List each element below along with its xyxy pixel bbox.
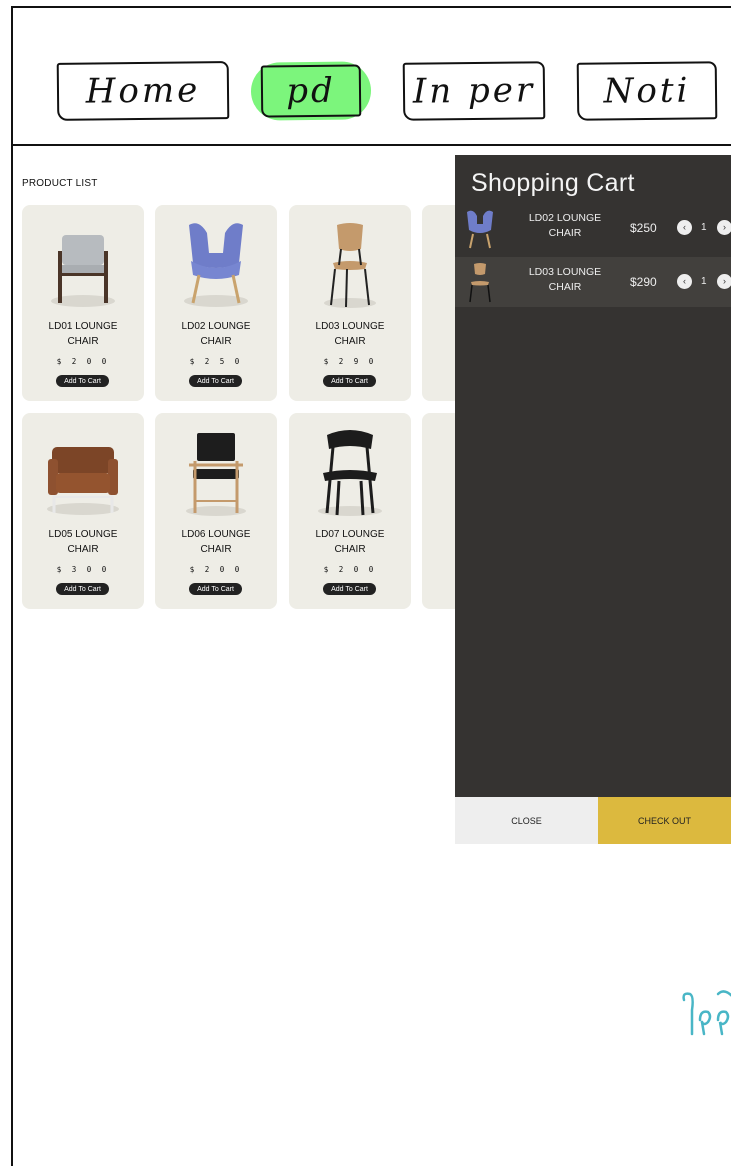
nav-home[interactable]: Home bbox=[56, 61, 230, 121]
chair-image bbox=[324, 223, 376, 308]
cart-item-qty: 1 bbox=[701, 276, 707, 287]
handwritten-note bbox=[682, 990, 731, 1036]
chevron-left-icon[interactable]: ‹ bbox=[677, 274, 692, 289]
product-card: LD07 LOUNGE CHAIR $ 2 0 0 Add To Cart bbox=[289, 413, 411, 609]
product-name: LD03 LOUNGE CHAIR bbox=[315, 321, 385, 347]
product-card: LD06 LOUNGE CHAIR $ 2 0 0 Add To Cart bbox=[155, 413, 277, 609]
shopping-cart-panel: Shopping Cart LD02 LOUNGE CHAIR $250 ‹ 1… bbox=[455, 155, 731, 797]
cart-item-price: $250 bbox=[630, 221, 657, 235]
cart-item-name: LD02 LOUNGE CHAIR bbox=[528, 212, 602, 239]
chair-image bbox=[318, 430, 382, 516]
cart-item-name: LD03 LOUNGE CHAIR bbox=[528, 266, 602, 293]
product-price: $ 3 0 0 bbox=[56, 565, 110, 574]
product-card: LD02 LOUNGE CHAIR $ 2 5 0 Add To Cart bbox=[155, 205, 277, 401]
chair-image bbox=[186, 433, 246, 516]
product-card: LD03 LOUNGE CHAIR $ 2 9 0 Add To Cart bbox=[289, 205, 411, 401]
chair-image bbox=[184, 223, 248, 307]
add-to-cart-button[interactable]: Add To Cart bbox=[189, 375, 242, 387]
add-to-cart-button[interactable]: Add To Cart bbox=[56, 583, 109, 595]
chair-image bbox=[47, 447, 119, 515]
nav-bar: Home pd In per Noti bbox=[11, 6, 731, 146]
cart-item: LD03 LOUNGE CHAIR $290 ‹ 1 › bbox=[455, 257, 731, 307]
product-card: LD05 LOUNGE CHAIR $ 3 0 0 Add To Cart bbox=[22, 413, 144, 609]
close-button[interactable]: CLOSE bbox=[455, 797, 598, 844]
product-price: $ 2 9 0 bbox=[323, 357, 377, 366]
checkout-button[interactable]: CHECK OUT bbox=[598, 797, 731, 844]
product-name: LD05 LOUNGE CHAIR bbox=[48, 529, 118, 555]
nav-inper[interactable]: In per bbox=[402, 61, 546, 121]
chevron-right-icon[interactable]: › bbox=[717, 220, 731, 235]
nav-noti[interactable]: Noti bbox=[576, 61, 718, 121]
cart-item: LD02 LOUNGE CHAIR $250 ‹ 1 › bbox=[455, 203, 731, 253]
add-to-cart-button[interactable]: Add To Cart bbox=[189, 583, 242, 595]
cart-item-price: $290 bbox=[630, 275, 657, 289]
cart-item-qty: 1 bbox=[701, 222, 707, 233]
product-price: $ 2 0 0 bbox=[189, 565, 243, 574]
product-price: $ 2 0 0 bbox=[56, 357, 110, 366]
product-name: LD02 LOUNGE CHAIR bbox=[181, 321, 251, 347]
product-name: LD07 LOUNGE CHAIR bbox=[315, 529, 385, 555]
nav-pd[interactable]: pd bbox=[250, 61, 372, 121]
product-name: LD01 LOUNGE CHAIR bbox=[48, 321, 118, 347]
product-name: LD06 LOUNGE CHAIR bbox=[181, 529, 251, 555]
product-card: LD01 LOUNGE CHAIR $ 2 0 0 Add To Cart bbox=[22, 205, 144, 401]
nav-pd-label: pd bbox=[260, 64, 362, 118]
chair-image bbox=[51, 235, 115, 307]
product-price: $ 2 5 0 bbox=[189, 357, 243, 366]
chevron-right-icon[interactable]: › bbox=[717, 274, 731, 289]
product-list-title: PRODUCT LIST bbox=[22, 178, 98, 189]
chair-thumbnail bbox=[467, 210, 493, 249]
add-to-cart-button[interactable]: Add To Cart bbox=[56, 375, 109, 387]
add-to-cart-button[interactable]: Add To Cart bbox=[323, 583, 376, 595]
chair-thumbnail bbox=[469, 263, 491, 303]
chevron-left-icon[interactable]: ‹ bbox=[677, 220, 692, 235]
add-to-cart-button[interactable]: Add To Cart bbox=[323, 375, 376, 387]
product-price: $ 2 0 0 bbox=[323, 565, 377, 574]
cart-title: Shopping Cart bbox=[471, 169, 635, 197]
